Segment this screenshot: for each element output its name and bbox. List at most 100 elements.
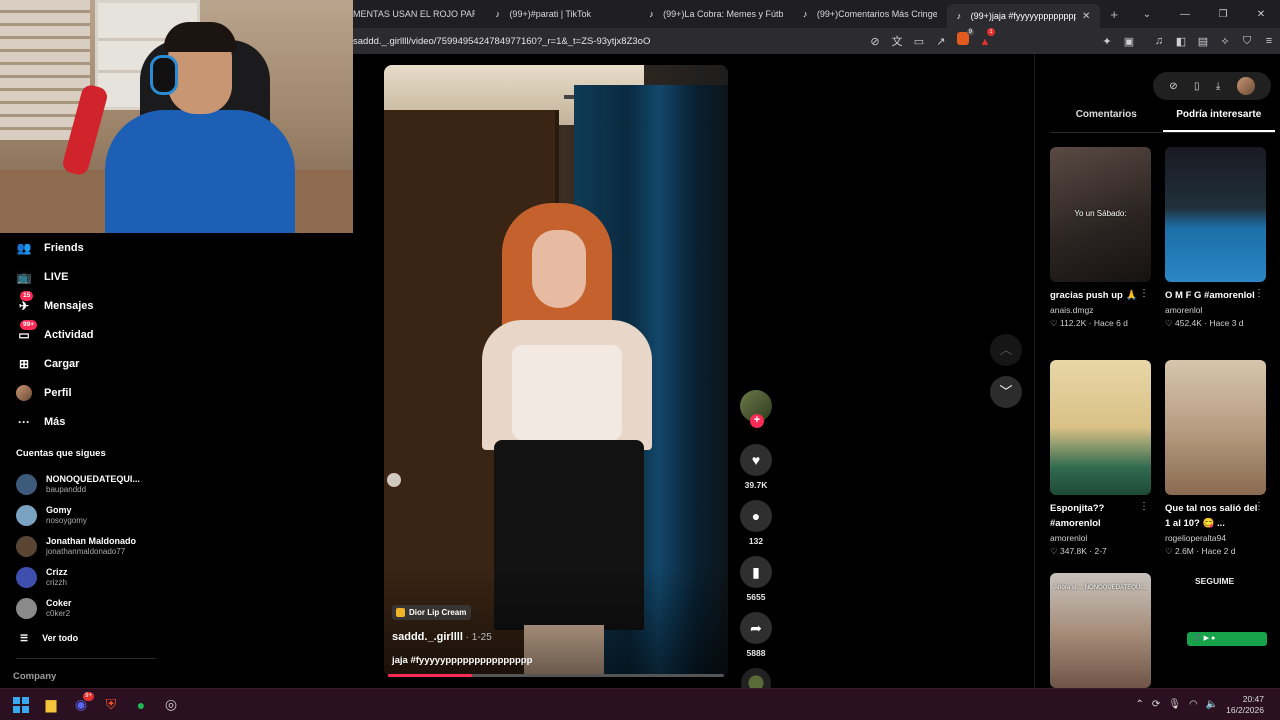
no-tracking-icon[interactable]: ⊘ <box>864 35 886 48</box>
card-username[interactable]: rogelioperalta94 <box>1165 532 1266 545</box>
next-video-button[interactable]: ﹀ <box>990 376 1022 408</box>
following-item[interactable]: Gomy nosoygomy <box>0 500 160 531</box>
save-button[interactable]: ▮ <box>740 556 772 588</box>
sidebar-item-messages[interactable]: ✈ 15 Mensajes <box>0 290 160 320</box>
windows-taskbar: ▆ ◉ 9+ ⛨ ● ◎ ⌃ ⟳ 🎙 ◠ 🔈 20:47 16/2/2026 <box>0 688 1280 720</box>
microphone-icon[interactable]: 🎙 <box>1168 699 1181 710</box>
wallet-icon[interactable]: ▤ <box>1192 35 1214 48</box>
like-button[interactable]: ♥ <box>740 444 772 476</box>
url-field[interactable]: saddd._.girllll/video/759949542478497716… <box>353 36 853 47</box>
start-button[interactable] <box>6 690 36 720</box>
browser-tab[interactable]: ♪ (99+)Comentarios Más Cringe de Tik <box>793 0 947 28</box>
clock[interactable]: 20:47 16/2/2026 <box>1226 694 1264 716</box>
following-item[interactable]: Coker c0ker2 <box>0 593 160 624</box>
sidebar-item-profile[interactable]: Perfil <box>0 378 160 407</box>
tab-comments[interactable]: Comentarios <box>1050 109 1163 132</box>
download-icon[interactable]: ⤓ <box>1216 81 1220 92</box>
obs-icon[interactable]: ◎ <box>156 690 186 720</box>
video-card[interactable]: Yo un Sábado: gracias push up 🙏 ⋮ anais.… <box>1050 147 1151 330</box>
brave-shield-icon[interactable]: 9 <box>952 29 974 50</box>
more-options-icon[interactable]: ⋮ <box>1139 288 1149 299</box>
product-tag[interactable]: Dior Lip Cream <box>392 605 472 620</box>
more-options-icon[interactable]: ⋮ <box>1139 501 1149 512</box>
phone-icon[interactable]: ▯ <box>1194 81 1200 92</box>
extensions-icon[interactable]: ✦ <box>1096 35 1118 48</box>
sidebar-item-live[interactable]: 📺 LIVE <box>0 262 160 291</box>
video-progress-bar[interactable] <box>388 674 724 677</box>
follow-plus-icon[interactable]: + <box>750 414 764 428</box>
follow-banner-text: SEGUIME <box>1195 576 1235 586</box>
tab-search-icon[interactable]: ⌄ <box>1128 9 1166 20</box>
author-name[interactable]: saddd._.girllll <box>392 631 463 643</box>
browser-tab[interactable]: ♪ (99+)#parati | TikTok <box>485 0 639 28</box>
leo-ai-icon[interactable]: ✧ <box>1214 35 1236 48</box>
video-thumbnail[interactable]: Yo un Sábado: <box>1050 147 1151 282</box>
action-column: + ♥ 39.7K ● 132 ▮ 5655 ➦ 5888 <box>738 390 774 698</box>
sidebar-icon[interactable]: ◧ <box>1170 35 1192 48</box>
close-tab-icon[interactable]: ✕ <box>1082 11 1090 22</box>
video-player[interactable] <box>384 65 728 677</box>
card-username[interactable]: amorenlol <box>1165 304 1266 317</box>
compass-icon[interactable]: ⊘ <box>1169 81 1177 92</box>
video-author[interactable]: saddd._.girllll · 1-25 <box>392 631 492 643</box>
card-likes: 112.2K <box>1059 318 1087 328</box>
browser-tab[interactable]: MENTAS USAN EL ROJO PARA EVITA <box>353 0 485 28</box>
vpn-icon[interactable]: ⛉ <box>1236 35 1258 48</box>
following-item[interactable]: Jonathan Maldonado jonathanmaldonado77 <box>0 531 160 562</box>
menu-icon[interactable]: ≡ <box>1258 35 1280 47</box>
brave-rewards-icon[interactable]: ▲ 1 <box>974 28 996 50</box>
following-item[interactable]: Crizz crizzh <box>0 562 160 593</box>
restore-icon[interactable]: ❐ <box>1204 9 1242 20</box>
save-count: 5655 <box>746 592 766 602</box>
comment-button[interactable]: ● <box>740 500 772 532</box>
company-link[interactable]: Company <box>0 671 160 682</box>
network-icon[interactable]: ⟳ <box>1152 699 1160 710</box>
file-explorer-icon[interactable]: ▆ <box>36 690 66 720</box>
video-date: · 1-25 <box>462 632 492 643</box>
new-tab-button[interactable]: + <box>1100 7 1128 22</box>
media-icon[interactable]: ♫ <box>1148 35 1170 47</box>
spotify-icon[interactable]: ● <box>126 690 156 720</box>
wifi-icon[interactable]: ◠ <box>1189 699 1198 710</box>
volume-icon[interactable]: 🔈 <box>1206 699 1218 710</box>
close-window-icon[interactable]: ✕ <box>1242 9 1280 20</box>
more-options-icon[interactable]: ⋮ <box>1254 288 1264 299</box>
translate-icon[interactable]: 文 <box>886 33 908 49</box>
discord-icon[interactable]: ◉ 9+ <box>66 690 96 720</box>
chevron-down-icon: ﹀ <box>999 384 1013 399</box>
previous-video-button[interactable]: ︿ <box>990 334 1022 366</box>
profile-avatar <box>16 384 32 401</box>
author-avatar[interactable]: + <box>740 390 772 428</box>
screenshot-icon[interactable]: ▣ <box>1118 35 1140 48</box>
card-username[interactable]: anais.dmgz <box>1050 304 1151 317</box>
sidebar-item-friends[interactable]: 👥 Friends <box>0 233 160 262</box>
browser-tab-active[interactable]: ♪ (99+)jaja #fyyyyyppppppppppppp ✕ <box>946 4 1101 28</box>
share-icon[interactable]: ↗ <box>930 35 952 48</box>
music-bar: 🎵 ▶ ● <box>1187 632 1267 646</box>
video-thumbnail[interactable] <box>1165 360 1266 495</box>
browser-tab[interactable]: ♪ (99+)La Cobra: Memes y Fútbol en A <box>639 0 793 28</box>
following-username: crizzh <box>46 578 67 587</box>
sidebar-item-upload[interactable]: ⊞ Cargar <box>0 349 160 378</box>
video-thumbnail[interactable]: Ahora sí ... NONOQUEDATEQUI... <box>1050 573 1151 688</box>
tab-recommended[interactable]: Podría interesarte <box>1162 109 1275 132</box>
see-all-button[interactable]: ☰ Ver todo <box>0 624 160 652</box>
card-username[interactable]: amorenlol <box>1050 532 1151 545</box>
share-button[interactable]: ➦ <box>740 612 772 644</box>
cast-icon[interactable]: ▭ <box>908 35 930 48</box>
video-card[interactable]: Esponjita?? #amorenlol ⋮ amorenlol ♡ 347… <box>1050 360 1151 558</box>
following-item[interactable]: NONOQUEDATEQUI... baupanddd <box>0 469 160 500</box>
comment-count: 132 <box>748 536 764 546</box>
chevron-up-icon[interactable]: ⌃ <box>1136 699 1144 710</box>
user-avatar[interactable] <box>1236 77 1255 95</box>
video-card[interactable]: O M F G #amorenlol ⋮ amorenlol ♡ 452.4K … <box>1165 147 1266 330</box>
brave-browser-icon[interactable]: ⛨ <box>96 690 126 720</box>
sidebar-item-more[interactable]: ··· Más <box>0 407 160 436</box>
video-thumbnail[interactable] <box>1165 147 1266 282</box>
sidebar-item-activity[interactable]: ▭ 99+ Actividad <box>0 319 160 349</box>
video-card[interactable]: Ahora sí ... NONOQUEDATEQUI... <box>1050 573 1151 688</box>
minimize-icon[interactable]: — <box>1166 9 1204 20</box>
more-options-icon[interactable]: ⋮ <box>1254 501 1264 512</box>
video-card[interactable]: Que tal nos salió del 1 al 10? 😋 ... ⋮ r… <box>1165 360 1266 558</box>
video-thumbnail[interactable] <box>1050 360 1151 495</box>
